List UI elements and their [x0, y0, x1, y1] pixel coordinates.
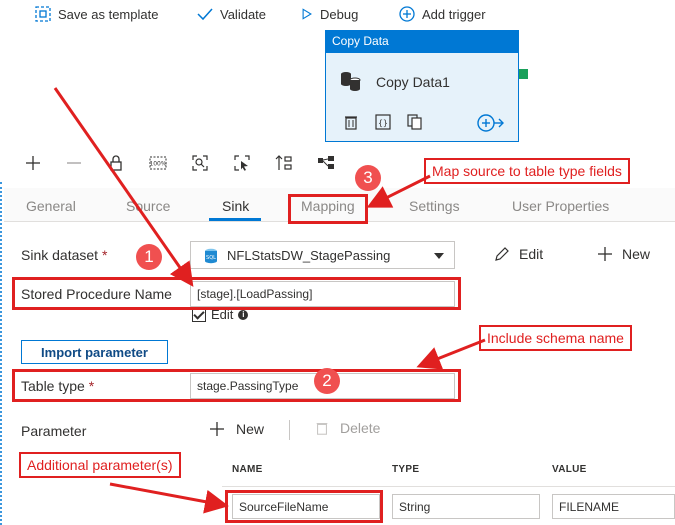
debug-button[interactable]: Debug — [300, 3, 358, 25]
activity-tools: {} — [342, 113, 424, 131]
sink-dataset-label: Sink dataset * — [21, 247, 108, 263]
chevron-down-icon — [434, 253, 444, 259]
column-header-name: NAME — [232, 464, 263, 475]
zoom-out-icon[interactable] — [63, 152, 85, 174]
lock-icon[interactable] — [105, 152, 127, 174]
validate-button[interactable]: Validate — [196, 3, 266, 25]
new-dataset-label: New — [622, 246, 651, 262]
mapping-callout: Map source to table type fields — [424, 158, 630, 184]
required-mark: * — [101, 247, 108, 263]
add-output-icon[interactable] — [476, 113, 504, 133]
svg-text:SQL: SQL — [206, 255, 216, 261]
table-type-highlight-box — [12, 369, 461, 402]
pencil-icon — [495, 247, 509, 261]
auto-align-icon[interactable] — [273, 152, 295, 174]
delete-icon — [316, 423, 328, 435]
tab-user-properties[interactable]: User Properties — [512, 198, 609, 214]
delete-icon[interactable] — [342, 113, 360, 131]
add-trigger-button[interactable]: Add trigger — [398, 3, 486, 25]
import-parameter-button[interactable]: Import parameter — [21, 340, 168, 364]
add-parameter-button[interactable]: New — [208, 420, 264, 438]
code-icon[interactable]: {} — [374, 113, 392, 131]
delete-parameter-label: Delete — [340, 420, 381, 436]
database-copy-icon — [341, 72, 361, 91]
step-badge-2: 2 — [314, 368, 340, 394]
activity-type-title: Copy Data — [326, 31, 518, 53]
toolbar-divider — [289, 420, 290, 440]
clone-icon[interactable] — [406, 113, 424, 131]
add-parameter-label: New — [236, 421, 265, 437]
add-trigger-label: Add trigger — [422, 6, 486, 22]
stored-procedure-highlight-box — [12, 277, 461, 310]
active-tab-indicator — [209, 218, 261, 221]
arrow-to-parameter — [109, 482, 229, 514]
param-type-input[interactable] — [392, 494, 540, 519]
column-header-value: VALUE — [552, 464, 587, 475]
checkmark-icon — [197, 8, 213, 21]
debug-label: Debug — [320, 6, 359, 22]
plus-icon — [598, 247, 612, 261]
validate-label: Validate — [220, 6, 267, 22]
play-icon — [302, 8, 312, 20]
param-value-input[interactable] — [552, 494, 675, 519]
edit-dataset-button[interactable]: Edit — [493, 245, 543, 263]
add-trigger-icon — [399, 6, 415, 22]
tab-sink[interactable]: Sink — [222, 198, 249, 214]
activity-success-port[interactable] — [519, 69, 528, 79]
step-badge-1: 1 — [136, 244, 162, 270]
save-template-icon — [35, 6, 51, 22]
layout-icon[interactable] — [315, 152, 337, 174]
table-header-divider — [222, 486, 675, 487]
delete-parameter-button[interactable]: Delete — [314, 420, 380, 436]
schema-callout: Include schema name — [479, 325, 632, 351]
zoom-100-icon[interactable]: 100% — [147, 152, 169, 174]
sql-database-icon: SQL — [205, 248, 217, 264]
multi-select-icon[interactable] — [231, 152, 253, 174]
additional-params-callout: Additional parameter(s) — [19, 452, 181, 478]
parameter-highlight-box — [225, 490, 383, 523]
sink-dataset-dropdown[interactable]: SQL NFLStatsDW_StagePassing — [190, 241, 455, 269]
sink-dataset-value: NFLStatsDW_StagePassing — [227, 248, 391, 263]
svg-text:{}: {} — [378, 119, 388, 128]
info-icon: i — [238, 309, 249, 320]
tab-general[interactable]: General — [26, 198, 76, 214]
svg-text:100%: 100% — [149, 161, 166, 168]
edit-dataset-label: Edit — [519, 246, 544, 262]
zoom-to-fit-icon[interactable] — [189, 152, 211, 174]
column-header-type: TYPE — [392, 464, 420, 475]
pipeline-toolbar: Save as template Validate Debug Add trig… — [0, 0, 675, 28]
plus-icon — [210, 422, 224, 436]
arrow-to-table-type — [416, 338, 486, 370]
copy-data-activity[interactable]: Copy Data Copy Data1 {} — [325, 30, 519, 142]
zoom-in-icon[interactable] — [22, 152, 44, 174]
tab-settings[interactable]: Settings — [409, 198, 460, 214]
tab-source[interactable]: Source — [126, 198, 170, 214]
panel-resize-marker — [0, 182, 3, 525]
parameter-label: Parameter — [21, 423, 87, 439]
save-as-template-button[interactable]: Save as template — [34, 3, 158, 25]
step-badge-3: 3 — [355, 165, 381, 191]
activity-body: Copy Data1 {} — [326, 53, 518, 141]
mapping-highlight-box — [288, 194, 368, 224]
activity-name: Copy Data1 — [376, 74, 450, 90]
save-as-template-label: Save as template — [58, 6, 159, 22]
new-dataset-button[interactable]: New — [596, 245, 650, 263]
